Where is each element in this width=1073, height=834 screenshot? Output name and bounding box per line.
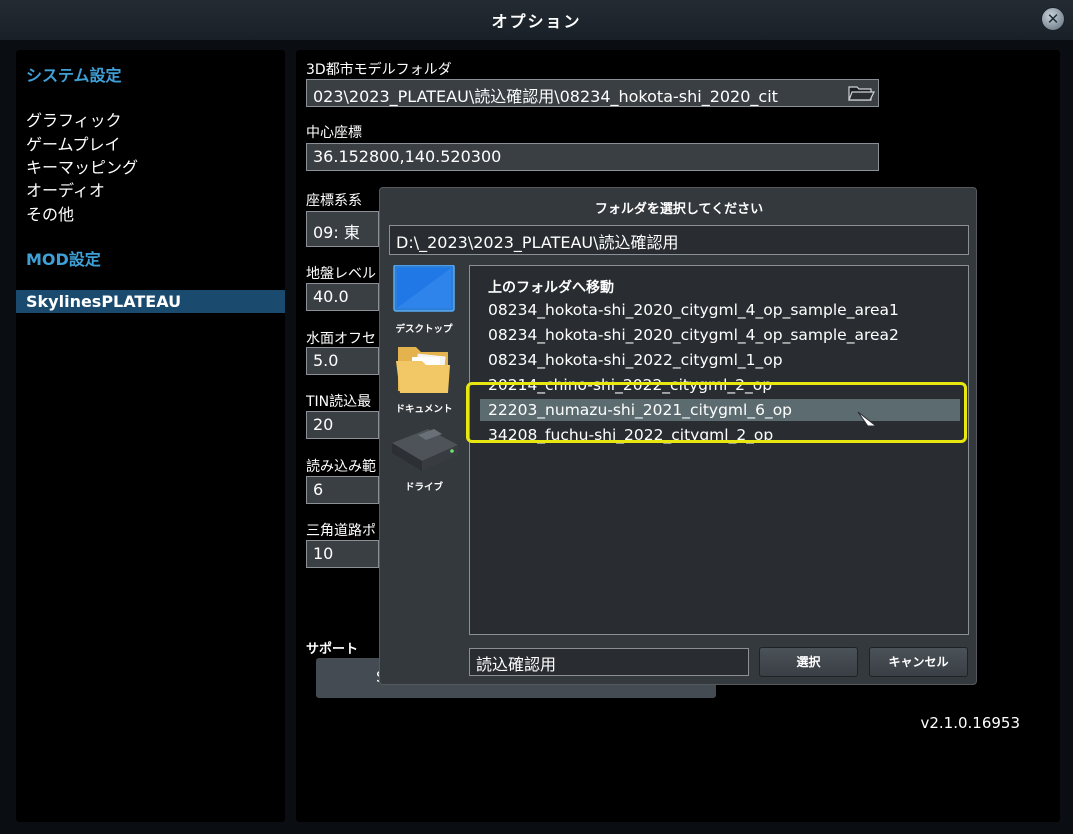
desktop-icon — [393, 264, 455, 312]
mod-settings-heading: MOD設定 — [26, 250, 101, 269]
water-offset-input[interactable]: 5.0 — [306, 347, 379, 375]
sidebar-item-skylinesplateau[interactable]: SkylinesPLATEAU — [16, 290, 285, 313]
ground-level-label: 地盤レベル — [306, 266, 376, 282]
folder-item[interactable]: 08234_hokota-shi_2022_citygml_1_op — [488, 351, 783, 369]
version-label: v2.1.0.16953 — [920, 714, 1020, 732]
system-settings-heading: システム設定 — [26, 66, 122, 85]
title-bar: オプション ✕ — [0, 0, 1073, 40]
sidebar: システム設定 グラフィック ゲームプレイ キーマッピング オーディオ その他 M… — [16, 50, 285, 822]
open-folder-icon[interactable] — [846, 81, 876, 105]
annotation-highlight-box — [466, 382, 967, 443]
folder-item[interactable]: 08234_hokota-shi_2020_citygml_4_op_sampl… — [488, 301, 899, 319]
model-folder-value: 023\2023_PLATEAU\読込確認用\08234_hokota-shi_… — [313, 87, 778, 106]
support-label: サポート — [306, 642, 359, 657]
cancel-button[interactable]: キャンセル — [869, 647, 968, 677]
center-coords-label: 中心座標 — [306, 125, 362, 141]
place-desktop-label: デスクトップ — [395, 324, 453, 335]
select-button[interactable]: 選択 — [759, 647, 858, 677]
place-documents-label: ドキュメント — [395, 404, 453, 415]
center-coords-input[interactable]: 36.152800,140.520300 — [306, 143, 879, 171]
load-range-input[interactable]: 6 — [306, 476, 379, 504]
path-input[interactable]: D:\_2023\2023_PLATEAU\読込確認用 — [389, 225, 969, 255]
folder-item[interactable]: 08234_hokota-shi_2020_citygml_4_op_sampl… — [488, 326, 899, 344]
close-icon[interactable]: ✕ — [1041, 7, 1065, 31]
place-documents[interactable]: ドキュメント — [388, 343, 460, 415]
tin-max-input[interactable]: 20 — [306, 411, 379, 439]
coord-system-select[interactable]: 09: 東 — [306, 211, 379, 247]
dialog-title: フォルダを選択してください — [594, 202, 764, 217]
drive-icon — [392, 429, 458, 471]
model-folder-input[interactable]: 023\2023_PLATEAU\読込確認用\08234_hokota-shi_… — [306, 79, 879, 107]
water-offset-label: 水面オフセ — [306, 331, 376, 347]
coord-system-label: 座標系系 — [306, 193, 362, 209]
folder-list[interactable]: 上のフォルダへ移動 08234_hokota-shi_2020_citygml_… — [466, 265, 969, 635]
model-folder-label: 3D都市モデルフォルダ — [306, 62, 452, 78]
folder-dialog: フォルダを選択してください D:\_2023\2023_PLATEAU\読込確認… — [379, 187, 977, 685]
sidebar-item-keymapping[interactable]: キーマッピング — [26, 154, 138, 178]
folder-name-input[interactable]: 読込確認用 — [469, 648, 749, 676]
load-range-label: 読み込み範 — [306, 459, 376, 475]
place-desktop[interactable]: デスクトップ — [388, 264, 460, 335]
triangle-road-input[interactable]: 10 — [306, 540, 379, 568]
triangle-road-label: 三角道路ポ — [306, 523, 376, 539]
sidebar-item-graphics[interactable]: グラフィック — [26, 107, 122, 131]
tin-max-label: TIN読込最 — [306, 394, 372, 410]
mouse-cursor-icon — [857, 411, 878, 433]
place-drive-label: ドライブ — [404, 482, 443, 493]
go-up-folder-item[interactable]: 上のフォルダへ移動 — [488, 277, 614, 297]
sidebar-item-misc[interactable]: その他 — [26, 201, 74, 225]
window-title: オプション — [491, 12, 582, 31]
ground-level-input[interactable]: 40.0 — [306, 283, 379, 311]
place-drive[interactable]: ドライブ — [388, 425, 460, 493]
folder-icon — [396, 347, 450, 393]
sidebar-item-audio[interactable]: オーディオ — [26, 177, 105, 201]
sidebar-item-gameplay[interactable]: ゲームプレイ — [26, 131, 121, 155]
